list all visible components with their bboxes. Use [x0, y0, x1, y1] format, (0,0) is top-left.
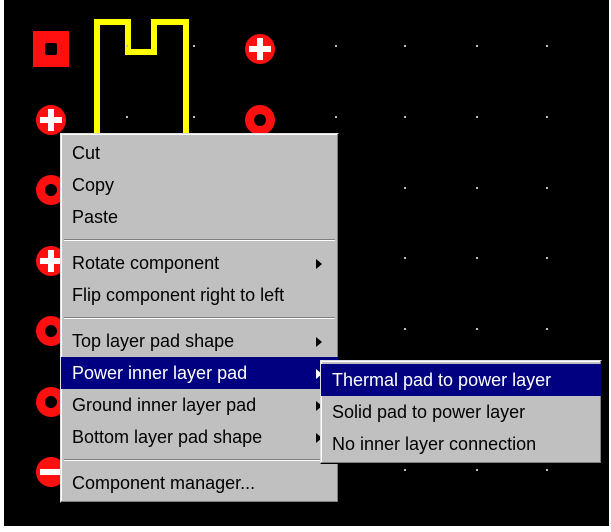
- grid-dot: [404, 187, 406, 189]
- grid-dot: [546, 116, 548, 118]
- context-menu: Cut Copy Paste Rotate component Flip com…: [60, 133, 339, 503]
- grid-dot: [126, 116, 128, 118]
- square-pad-icon[interactable]: [33, 31, 69, 67]
- menu-item-label: Ground inner layer pad: [72, 395, 257, 415]
- grid-dot: [546, 469, 548, 471]
- grid-dot: [404, 45, 406, 47]
- grid-dot: [126, 45, 128, 47]
- menu-item-label: Solid pad to power layer: [332, 402, 526, 422]
- grid-dot: [193, 116, 195, 118]
- menu-item-label: Thermal pad to power layer: [332, 370, 552, 390]
- menu-item-label: Copy: [72, 175, 115, 195]
- grid-dot: [335, 45, 337, 47]
- grid-dot: [476, 257, 478, 259]
- menu-item-copy[interactable]: Copy: [61, 169, 338, 201]
- arrow-right-icon: [316, 337, 322, 347]
- menu-item-label: Top layer pad shape: [72, 331, 235, 351]
- menu-item-label: No inner layer connection: [332, 434, 537, 454]
- menu-item-power-inner-layer-pad[interactable]: Power inner layer pad: [61, 357, 338, 389]
- arrow-right-icon: [316, 259, 322, 269]
- menu-separator: [64, 459, 335, 461]
- thermal-pad-icon[interactable]: [36, 105, 66, 135]
- grid-dot: [476, 187, 478, 189]
- submenu-item-solid-pad[interactable]: Solid pad to power layer: [321, 396, 601, 428]
- menu-separator: [64, 239, 335, 241]
- grid-dot: [546, 187, 548, 189]
- grid-dot: [404, 257, 406, 259]
- submenu-item-no-connection[interactable]: No inner layer connection: [321, 428, 601, 460]
- menu-item-label: Rotate component: [72, 253, 220, 273]
- menu-item-cut[interactable]: Cut: [61, 137, 338, 169]
- grid-dot: [546, 257, 548, 259]
- menu-item-flip-component[interactable]: Flip component right to left: [61, 279, 338, 311]
- menu-item-label: Paste: [72, 207, 119, 227]
- menu-item-label: Flip component right to left: [72, 285, 285, 305]
- grid-dot: [404, 116, 406, 118]
- menu-item-label: Bottom layer pad shape: [72, 427, 263, 447]
- round-pad-icon[interactable]: [245, 105, 275, 135]
- grid-dot: [193, 45, 195, 47]
- menu-item-component-manager[interactable]: Component manager...: [61, 467, 338, 499]
- thermal-pad-icon[interactable]: [245, 34, 275, 64]
- grid-dot: [546, 328, 548, 330]
- power-inner-layer-submenu: Thermal pad to power layer Solid pad to …: [320, 360, 602, 464]
- menu-item-paste[interactable]: Paste: [61, 201, 338, 233]
- grid-dot: [335, 116, 337, 118]
- grid-dot: [476, 328, 478, 330]
- grid-dot: [476, 469, 478, 471]
- grid-dot: [546, 45, 548, 47]
- grid-dot: [404, 328, 406, 330]
- submenu-item-thermal-pad[interactable]: Thermal pad to power layer: [321, 364, 601, 396]
- menu-item-bottom-layer-pad-shape[interactable]: Bottom layer pad shape: [61, 421, 338, 453]
- menu-item-label: Component manager...: [72, 473, 256, 493]
- menu-item-label: Cut: [72, 143, 101, 163]
- menu-item-label: Power inner layer pad: [72, 363, 248, 383]
- grid-dot: [476, 45, 478, 47]
- grid-dot: [404, 469, 406, 471]
- menu-item-top-layer-pad-shape[interactable]: Top layer pad shape: [61, 325, 338, 357]
- menu-item-ground-inner-layer-pad[interactable]: Ground inner layer pad: [61, 389, 338, 421]
- menu-separator: [64, 317, 335, 319]
- menu-item-rotate-component[interactable]: Rotate component: [61, 247, 338, 279]
- grid-dot: [476, 116, 478, 118]
